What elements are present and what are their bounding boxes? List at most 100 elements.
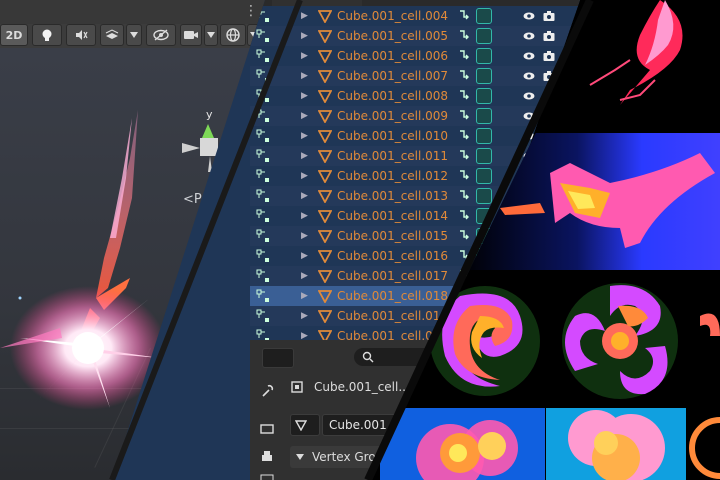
eye-icon[interactable] xyxy=(523,70,535,82)
chevron-down-icon xyxy=(296,454,304,460)
mesh-data-selector[interactable] xyxy=(290,414,320,436)
mesh-data-icon[interactable] xyxy=(476,148,492,164)
mesh-data-icon[interactable] xyxy=(476,48,492,64)
modifier-arrow-icon xyxy=(460,230,469,240)
outliner-row[interactable]: ▶ Cube.001_cell.005 xyxy=(250,26,580,46)
mesh-data-icon[interactable] xyxy=(476,128,492,144)
gizmo-y-label: y xyxy=(206,108,213,121)
mesh-data-icon[interactable] xyxy=(476,188,492,204)
effects-dropdown-button[interactable] xyxy=(126,24,142,46)
object-name[interactable]: Cube.001_cell... xyxy=(314,380,410,394)
modifier-arrow-icon xyxy=(460,170,469,180)
expand-arrow-icon[interactable]: ▶ xyxy=(301,231,308,241)
expand-arrow-icon[interactable]: ▶ xyxy=(301,191,308,201)
cloud-texture xyxy=(416,420,518,480)
row-label: Cube.001_cell.017 xyxy=(337,269,449,283)
outliner-row[interactable]: ▶ Cube.001_cell.007 xyxy=(250,66,580,86)
vertex-group-icon xyxy=(256,149,269,162)
mesh-triangle-icon xyxy=(318,110,332,123)
expand-arrow-icon[interactable]: ▶ xyxy=(301,51,308,61)
collage-stage: ⋮ 2D y ▶ Cube.001_cell.004 ▶ Cube.001_ce… xyxy=(0,0,720,480)
outliner-row[interactable]: ▶ Cube.001_cell.008 xyxy=(250,86,580,106)
vertex-group-icon xyxy=(256,89,269,102)
tool-wrench-icon[interactable] xyxy=(260,384,274,398)
mesh-data-icon[interactable] xyxy=(476,8,492,24)
modifier-arrow-icon xyxy=(460,130,469,140)
expand-arrow-icon[interactable]: ▶ xyxy=(301,31,308,41)
hidden-objects-button[interactable] xyxy=(146,24,176,46)
row-label: Cube.001_cell.014 xyxy=(337,209,449,223)
camera-settings-button[interactable] xyxy=(180,24,202,46)
mesh-data-icon[interactable] xyxy=(476,168,492,184)
lighting-toggle-button[interactable] xyxy=(32,24,62,46)
eye-icon[interactable] xyxy=(523,50,535,62)
eye-icon[interactable] xyxy=(523,110,535,122)
modifier-arrow-icon xyxy=(460,70,469,80)
effects-toggle-button[interactable] xyxy=(100,24,124,46)
vertex-group-icon xyxy=(256,249,269,262)
swirl-texture-tile-edge xyxy=(690,276,720,406)
expand-arrow-icon[interactable]: ▶ xyxy=(301,151,308,161)
eye-slash-icon xyxy=(153,29,169,41)
expand-arrow-icon[interactable]: ▶ xyxy=(301,251,308,261)
row-label: Cube.001_cell.008 xyxy=(337,89,449,103)
mesh-triangle-icon xyxy=(318,30,332,43)
camera-icon[interactable] xyxy=(543,10,555,22)
row-label: Cube.001_cell.006 xyxy=(337,49,449,63)
mode-2d-button[interactable]: 2D xyxy=(0,24,28,46)
vertex-group-icon xyxy=(256,289,269,302)
expand-arrow-icon[interactable]: ▶ xyxy=(301,271,308,281)
camera-icon[interactable] xyxy=(543,70,555,82)
vertex-group-icon xyxy=(256,69,269,82)
expand-arrow-icon[interactable]: ▶ xyxy=(301,311,308,321)
expand-arrow-icon[interactable]: ▶ xyxy=(301,291,308,301)
vertex-group-icon xyxy=(256,189,269,202)
gizmos-button[interactable] xyxy=(220,24,246,46)
editor-type-button[interactable] xyxy=(262,348,294,368)
cloud-texture-tile-left xyxy=(380,408,545,480)
expand-arrow-icon[interactable]: ▶ xyxy=(301,211,308,221)
audio-mute-icon xyxy=(76,30,88,40)
camera-dropdown-button[interactable] xyxy=(204,24,218,46)
expand-arrow-icon[interactable]: ▶ xyxy=(301,131,308,141)
triskelion-texture xyxy=(562,283,678,399)
row-label: Cube.001_cell.010 xyxy=(337,129,449,143)
menu-dots-icon[interactable]: ⋮ xyxy=(244,3,258,19)
mesh-triangle-icon xyxy=(318,270,332,283)
outliner-row[interactable]: ▶ Cube.001_cell.004 xyxy=(250,6,580,26)
audio-toggle-button[interactable] xyxy=(66,24,96,46)
effects-layers-icon xyxy=(105,29,119,39)
mesh-data-icon[interactable] xyxy=(476,68,492,84)
expand-arrow-icon[interactable]: ▶ xyxy=(301,71,308,81)
expand-arrow-icon[interactable]: ▶ xyxy=(301,111,308,121)
modifier-arrow-icon xyxy=(460,10,469,20)
mesh-data-icon[interactable] xyxy=(476,88,492,104)
vertex-group-icon xyxy=(256,129,269,142)
expand-arrow-icon[interactable]: ▶ xyxy=(301,11,308,21)
mesh-data-icon[interactable] xyxy=(476,108,492,124)
row-label: Cube.001_cell.018 xyxy=(337,289,449,303)
mesh-triangle-icon xyxy=(318,50,332,63)
render-icon[interactable] xyxy=(260,422,274,436)
mesh-data-icon[interactable] xyxy=(476,28,492,44)
outliner-row[interactable]: ▶ Cube.001_cell.010 xyxy=(250,126,580,146)
eye-icon[interactable] xyxy=(523,30,535,42)
eye-icon[interactable] xyxy=(523,10,535,22)
chevron-down-icon xyxy=(207,32,215,38)
outliner-row[interactable]: ▶ Cube.001_cell.006 xyxy=(250,46,580,66)
expand-arrow-icon[interactable]: ▶ xyxy=(301,91,308,101)
output-printer-icon[interactable] xyxy=(260,450,274,464)
mesh-triangle-icon xyxy=(318,70,332,83)
vertex-group-icon xyxy=(256,169,269,182)
properties-search-button[interactable] xyxy=(354,348,434,366)
modifier-arrow-icon xyxy=(460,30,469,40)
row-label: Cube.001_cell.019 xyxy=(337,309,449,323)
eye-icon[interactable] xyxy=(523,90,535,102)
mesh-data-icon[interactable] xyxy=(476,208,492,224)
camera-icon[interactable] xyxy=(543,50,555,62)
expand-arrow-icon[interactable]: ▶ xyxy=(301,171,308,181)
modifier-icon[interactable] xyxy=(260,474,274,480)
outliner-row[interactable]: ▶ Cube.001_cell.009 xyxy=(250,106,580,126)
camera-icon[interactable] xyxy=(543,30,555,42)
scene-toolbar-top: ⋮ xyxy=(0,0,300,25)
